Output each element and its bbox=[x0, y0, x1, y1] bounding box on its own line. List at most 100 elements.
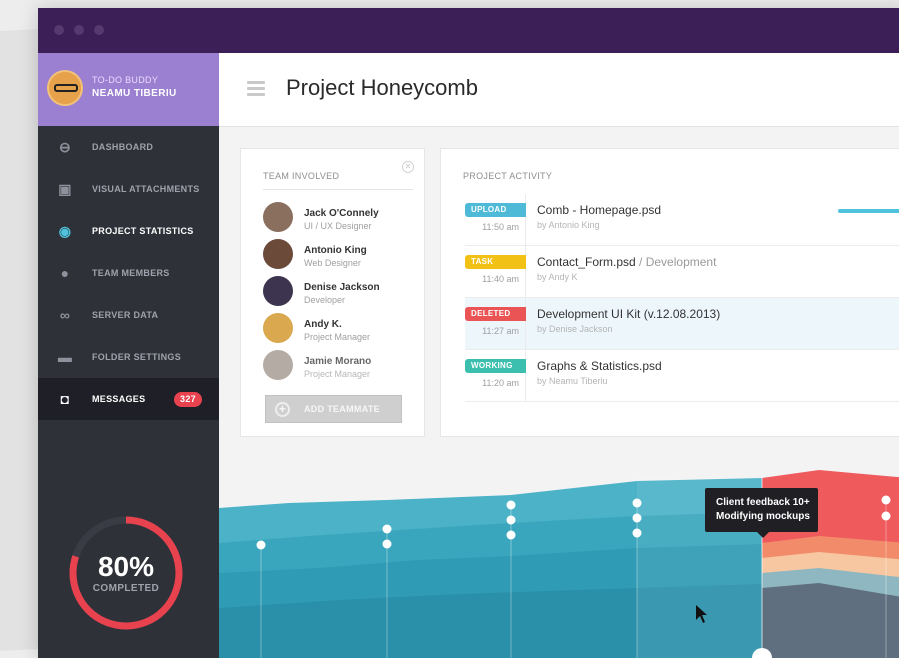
member-name: Jack O'Connely bbox=[304, 208, 379, 219]
sidebar-item-team-members[interactable]: ● TEAM MEMBERS bbox=[38, 252, 219, 294]
divider bbox=[263, 189, 413, 190]
sidebar-item-project-statistics[interactable]: ◉ PROJECT STATISTICS bbox=[38, 210, 219, 252]
team-member[interactable]: Antonio King Web Designer bbox=[263, 239, 423, 273]
member-avatar bbox=[263, 202, 293, 232]
activity-panel: PROJECT ACTIVITY UPLOAD 11:50 am Comb - … bbox=[440, 148, 899, 437]
image-icon: ▣ bbox=[58, 181, 72, 197]
plus-icon: + bbox=[275, 402, 290, 417]
user-name: NEAMU TIBERIU bbox=[92, 88, 177, 99]
activity-file: Comb - Homepage.psd bbox=[537, 203, 662, 217]
sidebar: TO-DO BUDDY NEAMU TIBERIU ⊖ DASHBOARD ▣ VI… bbox=[38, 53, 219, 658]
activity-file: Contact_Form.psd / Development bbox=[537, 255, 717, 269]
member-role: UI / UX Designer bbox=[304, 221, 372, 231]
page-title: Project Honeycomb bbox=[286, 75, 478, 100]
chart-point[interactable] bbox=[632, 498, 642, 508]
activity-time: 11:50 am bbox=[482, 222, 519, 232]
top-bar: Project Honeycomb bbox=[219, 53, 899, 127]
eye-icon: ◉ bbox=[58, 223, 72, 239]
chart-point[interactable] bbox=[632, 528, 642, 538]
sidebar-item-label: MESSAGES bbox=[92, 394, 146, 404]
member-name: Andy K. bbox=[304, 319, 342, 330]
team-member[interactable]: Jamie Morano Project Manager bbox=[263, 350, 423, 384]
team-member[interactable]: Andy K. Project Manager bbox=[263, 313, 423, 347]
dashboard-icon: ⊖ bbox=[58, 139, 72, 155]
avatar[interactable] bbox=[47, 70, 83, 106]
add-teammate-button[interactable]: + ADD TEAMMATE bbox=[265, 395, 402, 423]
member-avatar bbox=[263, 239, 293, 269]
background-card-shadow bbox=[0, 28, 40, 652]
profile-header[interactable]: TO-DO BUDDY NEAMU TIBERIU bbox=[38, 53, 219, 126]
title-bar bbox=[38, 8, 899, 53]
window-maximize-dot[interactable] bbox=[94, 25, 104, 35]
app-window: TO-DO BUDDY NEAMU TIBERIU ⊖ DASHBOARD ▣ VI… bbox=[38, 8, 899, 658]
add-teammate-label: ADD TEAMMATE bbox=[304, 404, 380, 414]
activity-time: 11:27 am bbox=[482, 326, 519, 336]
hamburger-menu-icon[interactable] bbox=[247, 81, 265, 97]
member-name: Jamie Morano bbox=[304, 356, 372, 367]
completion-gauge: 80% COMPLETED bbox=[66, 513, 186, 633]
completion-percent: 80% bbox=[97, 551, 155, 582]
activity-author: by Andy K bbox=[537, 272, 578, 282]
sidebar-menu: ⊖ DASHBOARD ▣ VISUAL ATTACHMENTS ◉ PROJECT … bbox=[38, 126, 219, 420]
sidebar-item-messages[interactable]: ◘ MESSAGES 327 bbox=[38, 378, 219, 420]
chart-point[interactable] bbox=[881, 511, 891, 521]
status-badge: TASK bbox=[465, 255, 526, 269]
member-role: Developer bbox=[304, 295, 346, 305]
tooltip-line: Modifying mockups bbox=[716, 511, 810, 522]
sidebar-item-label: SERVER DATA bbox=[92, 310, 159, 320]
activity-row[interactable]: TASK 11:40 am Contact_Form.psd / Develop… bbox=[465, 246, 899, 298]
chart-point[interactable] bbox=[382, 524, 392, 534]
chart-point[interactable] bbox=[881, 495, 891, 505]
user-icon: ● bbox=[60, 265, 70, 281]
activity-row[interactable]: UPLOAD 11:50 am Comb - Homepage.psd by A… bbox=[465, 194, 899, 246]
sidebar-item-dashboard[interactable]: ⊖ DASHBOARD bbox=[38, 126, 219, 168]
messages-count-badge: 327 bbox=[174, 392, 202, 407]
sidebar-item-visual-attachments[interactable]: ▣ VISUAL ATTACHMENTS bbox=[38, 168, 219, 210]
activity-time: 11:40 am bbox=[482, 274, 519, 284]
completion-label: COMPLETED bbox=[92, 583, 160, 594]
chart-tooltip: Client feedback 10+ Modifying mockups bbox=[705, 488, 818, 538]
activity-file: Graphs & Statistics.psd bbox=[537, 359, 662, 373]
close-icon[interactable]: ✕ bbox=[402, 161, 414, 173]
sidebar-item-label: DASHBOARD bbox=[92, 142, 154, 152]
app-name: TO-DO BUDDY bbox=[92, 75, 159, 85]
activity-time: 11:20 am bbox=[482, 378, 519, 388]
window-minimize-dot[interactable] bbox=[74, 25, 84, 35]
chart-point[interactable] bbox=[382, 539, 392, 549]
chart-point[interactable] bbox=[506, 515, 516, 525]
activity-row[interactable]: DELETED 11:27 am Development UI Kit (v.1… bbox=[465, 298, 899, 350]
member-role: Project Manager bbox=[304, 332, 371, 342]
message-icon: ◘ bbox=[60, 391, 70, 407]
chart-point[interactable] bbox=[506, 500, 516, 510]
member-role: Web Designer bbox=[304, 258, 361, 268]
member-name: Antonio King bbox=[304, 245, 367, 256]
sidebar-item-label: PROJECT STATISTICS bbox=[92, 226, 194, 236]
team-member[interactable]: Jack O'Connely UI / UX Designer bbox=[263, 202, 423, 236]
sidebar-item-label: VISUAL ATTACHMENTS bbox=[92, 184, 200, 194]
activity-file: Development UI Kit (v.12.08.2013) bbox=[537, 307, 721, 321]
chart-point[interactable] bbox=[256, 540, 266, 550]
member-name: Denise Jackson bbox=[304, 282, 380, 293]
activity-author: by Antonio King bbox=[537, 220, 600, 230]
window-close-dot[interactable] bbox=[54, 25, 64, 35]
sidebar-item-label: FOLDER SETTINGS bbox=[92, 352, 182, 362]
status-badge: UPLOAD bbox=[465, 203, 526, 217]
sidebar-item-label: TEAM MEMBERS bbox=[92, 268, 170, 278]
member-avatar bbox=[263, 350, 293, 380]
member-avatar bbox=[263, 276, 293, 306]
activity-panel-title: PROJECT ACTIVITY bbox=[463, 171, 553, 181]
activity-author: by Neamu Tiberiu bbox=[537, 376, 608, 386]
stacked-area-chart[interactable] bbox=[219, 448, 899, 658]
sidebar-item-folder-settings[interactable]: ▬ FOLDER SETTINGS bbox=[38, 336, 219, 378]
team-member[interactable]: Denise Jackson Developer bbox=[263, 276, 423, 310]
chart-point[interactable] bbox=[506, 530, 516, 540]
chart-point[interactable] bbox=[632, 513, 642, 523]
member-avatar bbox=[263, 313, 293, 343]
activity-row[interactable]: WORKING 11:20 am Graphs & Statistics.psd… bbox=[465, 350, 899, 402]
upload-progress-bar bbox=[838, 209, 899, 213]
member-role: Project Manager bbox=[304, 369, 371, 379]
team-panel: TEAM INVOLVED ✕ Jack O'Connely UI / UX De… bbox=[240, 148, 425, 437]
activity-author: by Denise Jackson bbox=[537, 324, 613, 334]
infinity-icon: ∞ bbox=[59, 307, 71, 323]
sidebar-item-server-data[interactable]: ∞ SERVER DATA bbox=[38, 294, 219, 336]
